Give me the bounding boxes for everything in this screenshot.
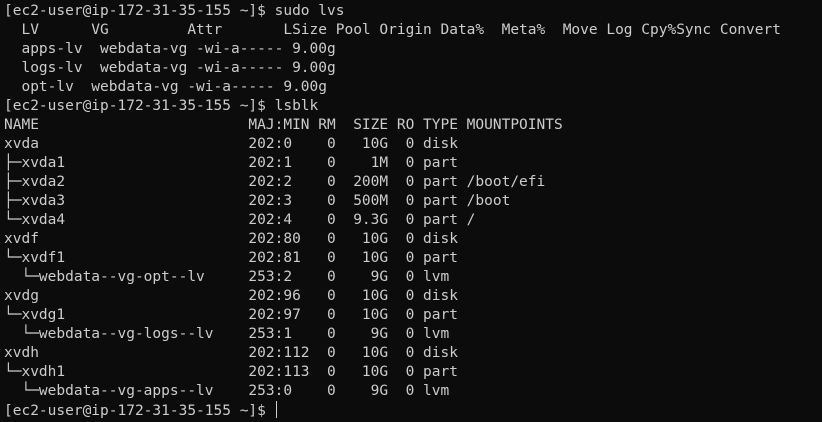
lsblk-row-opt-lv: └─webdata--vg-opt--lv 253:2 0 9G 0 lvm bbox=[4, 269, 450, 285]
lsblk-row-xvdg1: └─xvdg1 202:97 0 10G 0 part bbox=[4, 307, 458, 323]
lsblk-row-xvda3: ├─xvda3 202:3 0 500M 0 part /boot bbox=[4, 193, 511, 209]
lsblk-row-xvda4: └─xvda4 202:4 0 9.3G 0 part / bbox=[4, 212, 476, 228]
lsblk-row-xvdf: xvdf 202:80 0 10G 0 disk bbox=[4, 231, 458, 247]
lsblk-row-xvda1: ├─xvda1 202:1 0 1M 0 part bbox=[4, 155, 458, 171]
shell-prompt: [ec2-user@ip-172-31-35-155 ~]$ bbox=[4, 403, 275, 419]
lsblk-row-xvda: xvda 202:0 0 10G 0 disk bbox=[4, 136, 458, 152]
lvs-row-opt-lv: opt-lv webdata-vg -wi-a----- 9.00g bbox=[4, 79, 328, 95]
lsblk-row-xvdh1: └─xvdh1 202:113 0 10G 0 part bbox=[4, 364, 458, 380]
terminal-window[interactable]: [ec2-user@ip-172-31-35-155 ~]$ sudo lvs … bbox=[0, 0, 822, 422]
lsblk-row-xvdf1: └─xvdf1 202:81 0 10G 0 part bbox=[4, 250, 458, 266]
command-line-lsblk: [ec2-user@ip-172-31-35-155 ~]$ lsblk bbox=[4, 98, 319, 114]
lvs-header-row: LV VG Attr LSize Pool Origin Data% Meta%… bbox=[4, 22, 781, 38]
lvs-row-apps-lv: apps-lv webdata-vg -wi-a----- 9.00g bbox=[4, 41, 336, 57]
text-cursor bbox=[275, 401, 277, 418]
active-prompt-line[interactable]: [ec2-user@ip-172-31-35-155 ~]$ bbox=[4, 401, 822, 420]
lvs-row-logs-lv: logs-lv webdata-vg -wi-a----- 9.00g bbox=[4, 60, 336, 76]
command-line-sudo-lvs: [ec2-user@ip-172-31-35-155 ~]$ sudo lvs bbox=[4, 3, 345, 19]
lsblk-row-xvdg: xvdg 202:96 0 10G 0 disk bbox=[4, 288, 458, 304]
lsblk-row-apps-lv: └─webdata--vg-apps--lv 253:0 0 9G 0 lvm bbox=[4, 383, 450, 399]
lsblk-row-xvda2: ├─xvda2 202:2 0 200M 0 part /boot/efi bbox=[4, 174, 546, 190]
lsblk-header-row: NAME MAJ:MIN RM SIZE RO TYPE MOUNTPOINTS bbox=[4, 117, 563, 133]
lsblk-row-logs-lv: └─webdata--vg-logs--lv 253:1 0 9G 0 lvm bbox=[4, 326, 450, 342]
lsblk-row-xvdh: xvdh 202:112 0 10G 0 disk bbox=[4, 345, 458, 361]
